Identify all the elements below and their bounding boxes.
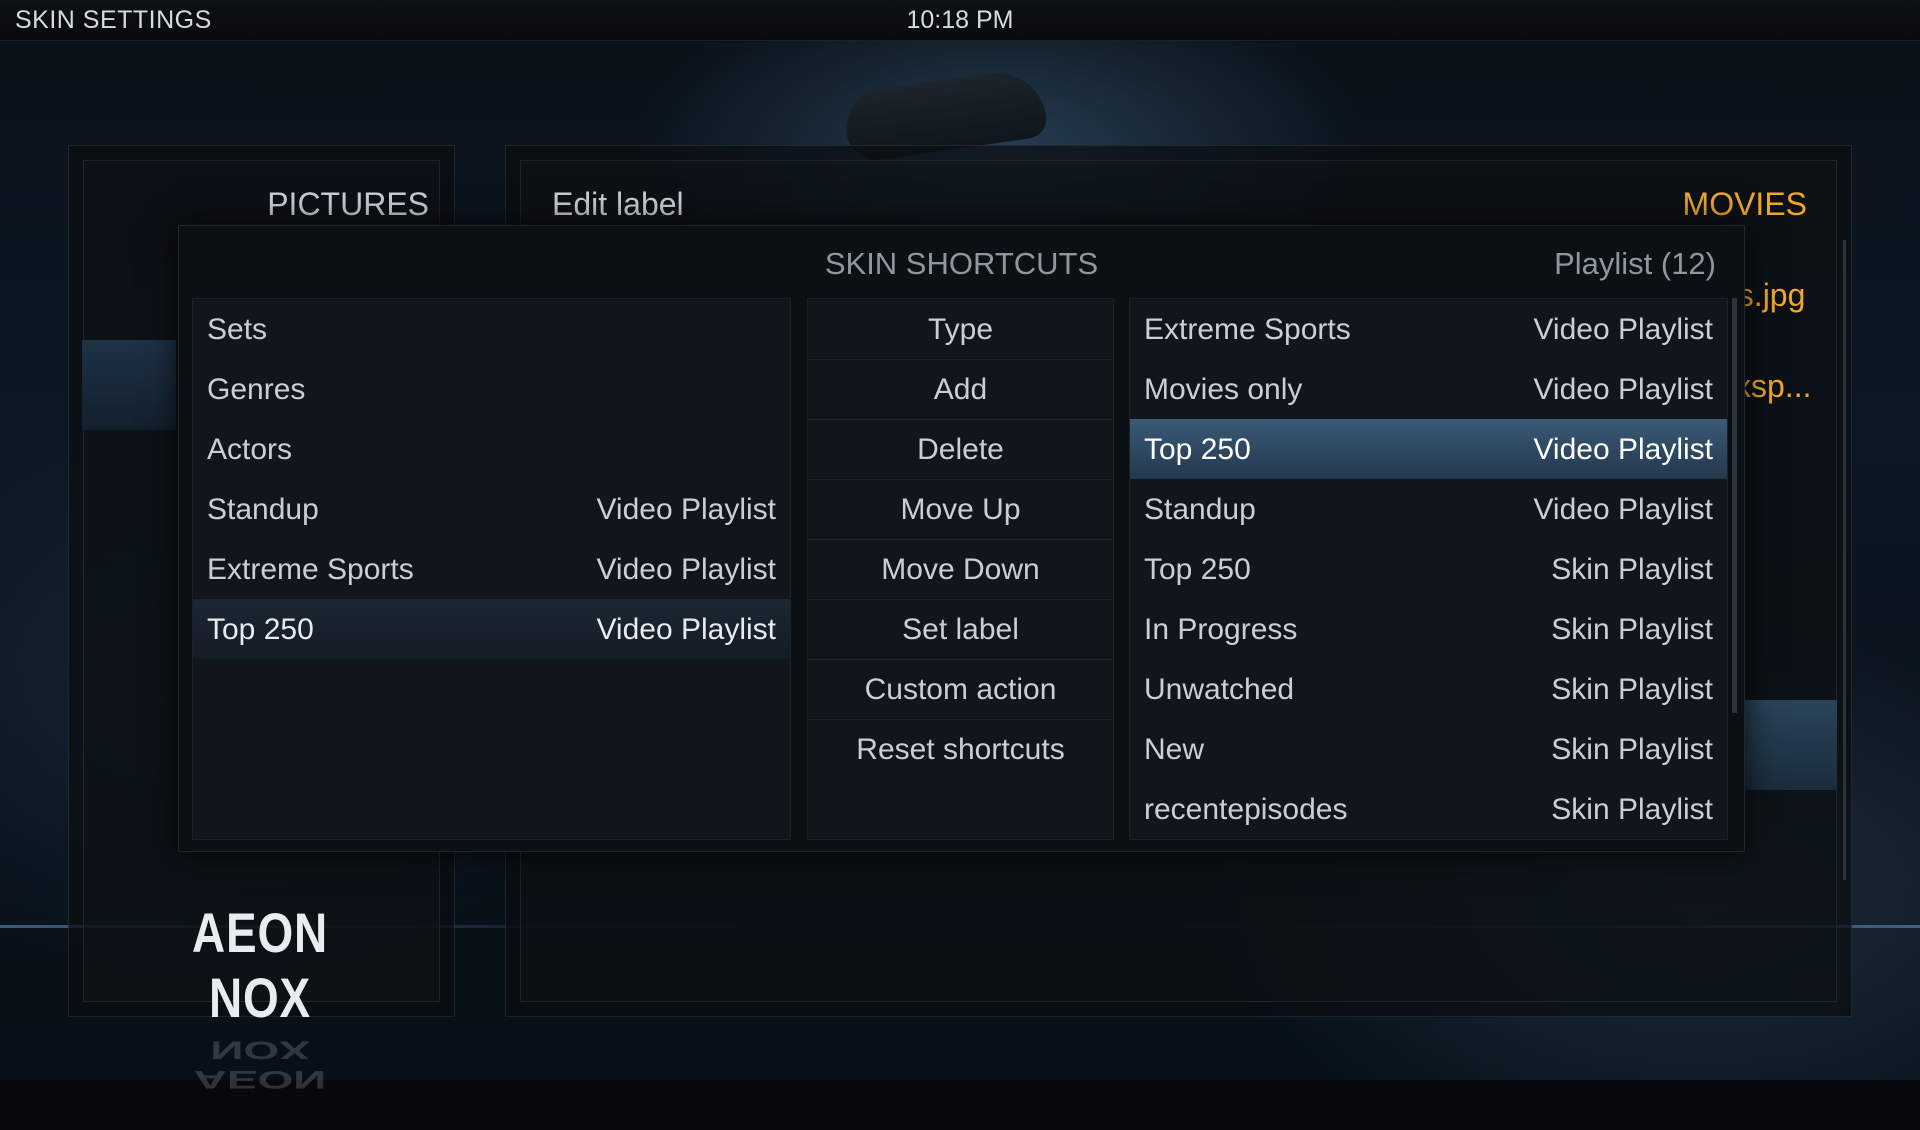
playlist-label: recentepisodes (1144, 793, 1348, 826)
shortcut-type: Video Playlist (596, 493, 776, 526)
playlist-type: Video Playlist (1533, 313, 1713, 346)
playlist-label: Extreme Sports (1144, 313, 1351, 346)
shortcut-item[interactable]: Sets (193, 299, 790, 359)
playlist-label: Top 250 (1144, 433, 1251, 466)
playlist-type: Skin Playlist (1551, 673, 1713, 706)
playlist-label: Unwatched (1144, 673, 1295, 706)
playlist-item[interactable]: Top 250 Skin Playlist (1130, 539, 1727, 599)
playlist-type: Video Playlist (1533, 493, 1713, 526)
action-label: Move Up (900, 493, 1021, 526)
shortcut-label: Sets (207, 313, 268, 346)
shortcut-label: Top 250 (207, 613, 314, 646)
playlist-type: Video Playlist (1533, 373, 1713, 406)
shortcut-item[interactable]: Extreme Sports Video Playlist (193, 539, 790, 599)
playlist-item[interactable]: Movies only Video Playlist (1130, 359, 1727, 419)
playlist-item[interactable]: Extreme Sports Video Playlist (1130, 299, 1727, 359)
playlist-type: Skin Playlist (1551, 613, 1713, 646)
shortcut-type: Video Playlist (596, 613, 776, 646)
action-label: Type (927, 313, 994, 346)
playlist-item[interactable]: In Progress Skin Playlist (1130, 599, 1727, 659)
move-down-button[interactable]: Move Down (808, 539, 1113, 600)
shortcut-item[interactable]: Standup Video Playlist (193, 479, 790, 539)
logo-text: AEON NOX (192, 901, 328, 1029)
delete-button[interactable]: Delete (808, 419, 1113, 480)
action-label: Move Down (881, 553, 1040, 586)
reset-shortcuts-button[interactable]: Reset shortcuts (808, 719, 1113, 779)
shortcut-item[interactable]: Actors (193, 419, 790, 479)
edit-label-heading: Edit label (552, 186, 684, 222)
playlist-item[interactable]: Unwatched Skin Playlist (1130, 659, 1727, 719)
actions-menu: Type Add Delete Move Up Move Down Set la… (807, 298, 1114, 840)
playlist-label: Top 250 (1144, 553, 1251, 586)
playlist-type: Video Playlist (1533, 433, 1713, 466)
left-panel-heading: PICTURES (267, 186, 429, 222)
background-selection (1745, 700, 1837, 790)
playlist-label: New (1144, 733, 1205, 766)
shortcut-label: Extreme Sports (207, 553, 414, 586)
type-button[interactable]: Type (808, 299, 1113, 360)
custom-action-button[interactable]: Custom action (808, 659, 1113, 720)
dialog-scrollbar[interactable] (1732, 298, 1737, 713)
skin-shortcuts-dialog: SKIN SHORTCUTS Playlist (12) Sets Genres… (178, 225, 1745, 852)
playlist-item[interactable]: recentepisodes Skin Playlist (1130, 779, 1727, 839)
current-shortcuts-list: Sets Genres Actors Standup Video Playlis… (192, 298, 791, 840)
background-list-item: xsp... (1735, 368, 1812, 404)
playlist-label: In Progress (1144, 613, 1298, 646)
playlist-type: Skin Playlist (1551, 553, 1713, 586)
shortcut-type: Video Playlist (596, 553, 776, 586)
shortcut-item[interactable]: Genres (193, 359, 790, 419)
action-label: Add (933, 373, 988, 406)
clock: 10:18 PM (906, 6, 1014, 34)
shortcut-item-selected[interactable]: Top 250 Video Playlist (193, 599, 790, 659)
action-label: Set label (902, 613, 1019, 646)
top-bar: SKIN SETTINGS 10:18 PM (0, 0, 1920, 41)
playlist-label: Standup (1144, 493, 1256, 526)
set-label-button[interactable]: Set label (808, 599, 1113, 660)
left-panel-selection (82, 340, 176, 430)
playlist-label: Movies only (1144, 373, 1303, 406)
logo-reflection: AEON NOX (193, 1036, 327, 1094)
action-label: Custom action (864, 673, 1057, 706)
shortcut-label: Actors (207, 433, 293, 466)
category-heading: MOVIES (1682, 186, 1807, 222)
playlist-item[interactable]: Standup Video Playlist (1130, 479, 1727, 539)
playlist-item-focused[interactable]: Top 250 Video Playlist (1130, 419, 1727, 479)
playlist-type: Skin Playlist (1551, 733, 1713, 766)
playlist-item[interactable]: New Skin Playlist (1130, 719, 1727, 779)
add-button[interactable]: Add (808, 359, 1113, 420)
move-up-button[interactable]: Move Up (808, 479, 1113, 540)
shortcut-label: Genres (207, 373, 306, 406)
dialog-count: Playlist (12) (1554, 246, 1716, 281)
playlist-type: Skin Playlist (1551, 793, 1713, 826)
available-playlists-list: Extreme Sports Video Playlist Movies onl… (1129, 298, 1728, 840)
aeon-nox-logo: AEON NOX AEON NOX (120, 900, 400, 1130)
action-label: Delete (917, 433, 1004, 466)
dialog-title: SKIN SHORTCUTS (824, 246, 1099, 281)
right-panel-scrollbar[interactable] (1843, 240, 1846, 880)
shortcut-label: Standup (207, 493, 319, 526)
action-label: Reset shortcuts (856, 733, 1065, 766)
